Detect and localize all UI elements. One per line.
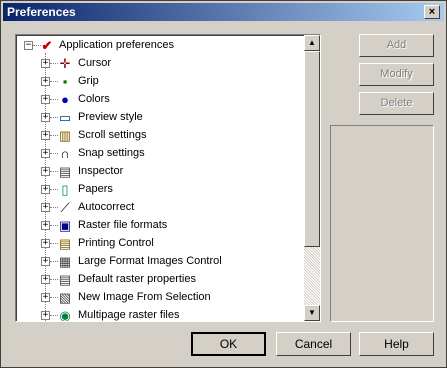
tree-item-row[interactable]: + ▪ Grip: [16, 73, 304, 91]
expand-toggle[interactable]: +: [41, 221, 50, 230]
expand-toggle[interactable]: +: [41, 257, 50, 266]
window-title: Preferences: [7, 5, 76, 19]
tree-item-row[interactable]: + ◉ Multipage raster files: [16, 307, 304, 321]
tree-item-label: Cursor: [78, 57, 112, 69]
printing-icon: ▤: [58, 236, 72, 251]
tree-scrollbar[interactable]: ▲ ▼: [304, 35, 320, 321]
preferences-tree[interactable]: − ✔ Application preferences + ✛ Cursor + ▪ Grip +…: [15, 34, 321, 322]
checkmark-icon: ✔: [41, 38, 53, 53]
cursor-icon: ✛: [59, 56, 71, 71]
autocorrect-icon: ⟋: [60, 200, 70, 215]
tree-item-label: Multipage raster files: [78, 309, 180, 321]
tree-item-row[interactable]: + ● Colors: [16, 91, 304, 109]
tree-item-row[interactable]: + ▭ Preview style: [16, 109, 304, 127]
tree-item-row[interactable]: + ▤ Default raster properties: [16, 271, 304, 289]
tree-item-label: Preview style: [78, 111, 143, 123]
scroll-thumb[interactable]: [304, 51, 320, 247]
globe-icon: ◉: [59, 308, 71, 321]
add-button[interactable]: Add: [359, 34, 434, 57]
collapse-toggle[interactable]: −: [24, 41, 33, 50]
expand-toggle[interactable]: +: [41, 167, 50, 176]
close-button[interactable]: ×: [424, 5, 440, 19]
modify-button[interactable]: Modify: [359, 63, 434, 86]
tree-item-row[interactable]: + ▥ Scroll settings: [16, 127, 304, 145]
tree-item-label: Papers: [78, 183, 113, 195]
scroll-track[interactable]: [304, 247, 320, 305]
details-panel: [330, 125, 434, 322]
preferences-window: Preferences × − ✔ Application preferences +…: [0, 0, 447, 368]
large-format-icon: ▦: [58, 254, 72, 269]
tree-item-row[interactable]: + ▧ New Image From Selection: [16, 289, 304, 307]
new-image-icon: ▧: [58, 290, 72, 305]
expand-toggle[interactable]: +: [41, 113, 50, 122]
tree-content: − ✔ Application preferences + ✛ Cursor + ▪ Grip +…: [16, 35, 304, 321]
floppy-icon: ▣: [58, 218, 72, 233]
expand-toggle[interactable]: +: [41, 239, 50, 248]
tree-item-row[interactable]: + ▤ Printing Control: [16, 235, 304, 253]
scroll-icon: ▥: [58, 128, 72, 143]
grip-icon: ▪: [62, 74, 68, 89]
tree-item-label: Snap settings: [78, 147, 145, 159]
tree-root-row[interactable]: − ✔ Application preferences: [16, 37, 304, 55]
tree-item-row[interactable]: + ∩ Snap settings: [16, 145, 304, 163]
tree-item-label: Autocorrect: [78, 201, 135, 213]
expand-toggle[interactable]: +: [41, 149, 50, 158]
help-button[interactable]: Help: [359, 332, 434, 356]
expand-toggle[interactable]: +: [41, 185, 50, 194]
colors-icon: ●: [61, 92, 69, 107]
tree-item-row[interactable]: + ▦ Large Format Images Control: [16, 253, 304, 271]
tree-item-label: Scroll settings: [78, 129, 147, 141]
preview-icon: ▭: [58, 110, 72, 125]
scroll-up-button[interactable]: ▲: [304, 35, 320, 51]
expand-toggle[interactable]: +: [41, 275, 50, 284]
tree-item-label: Colors: [78, 93, 110, 105]
tree-item-label: Printing Control: [78, 237, 154, 249]
tree-item-row[interactable]: + ▣ Raster file formats: [16, 217, 304, 235]
expand-toggle[interactable]: +: [41, 311, 50, 320]
inspector-icon: ▤: [58, 164, 72, 179]
tree-item-row[interactable]: + ▤ Inspector: [16, 163, 304, 181]
tree-item-row[interactable]: + ✛ Cursor: [16, 55, 304, 73]
expand-toggle[interactable]: +: [41, 77, 50, 86]
expand-toggle[interactable]: +: [41, 203, 50, 212]
tree-item-label: New Image From Selection: [78, 291, 211, 303]
expand-toggle[interactable]: +: [41, 293, 50, 302]
delete-button[interactable]: Delete: [359, 92, 434, 115]
title-bar[interactable]: Preferences ×: [3, 3, 444, 21]
raster-props-icon: ▤: [58, 272, 72, 287]
expand-toggle[interactable]: +: [41, 59, 50, 68]
tree-item-row[interactable]: + ▯ Papers: [16, 181, 304, 199]
tree-item-label: Grip: [78, 75, 99, 87]
tree-item-label: Raster file formats: [78, 219, 168, 231]
cancel-button[interactable]: Cancel: [276, 332, 351, 356]
scroll-down-button[interactable]: ▼: [304, 305, 320, 321]
tree-item-label: Inspector: [78, 165, 124, 177]
magnet-icon: ∩: [60, 146, 70, 161]
tree-item-label: Large Format Images Control: [78, 255, 222, 267]
tree-root-label: Application preferences: [59, 39, 174, 51]
ok-button[interactable]: OK: [191, 332, 266, 356]
expand-toggle[interactable]: +: [41, 131, 50, 140]
papers-icon: ▯: [61, 182, 69, 197]
tree-item-label: Default raster properties: [78, 273, 196, 285]
tree-item-row[interactable]: + ⟋ Autocorrect: [16, 199, 304, 217]
expand-toggle[interactable]: +: [41, 95, 50, 104]
